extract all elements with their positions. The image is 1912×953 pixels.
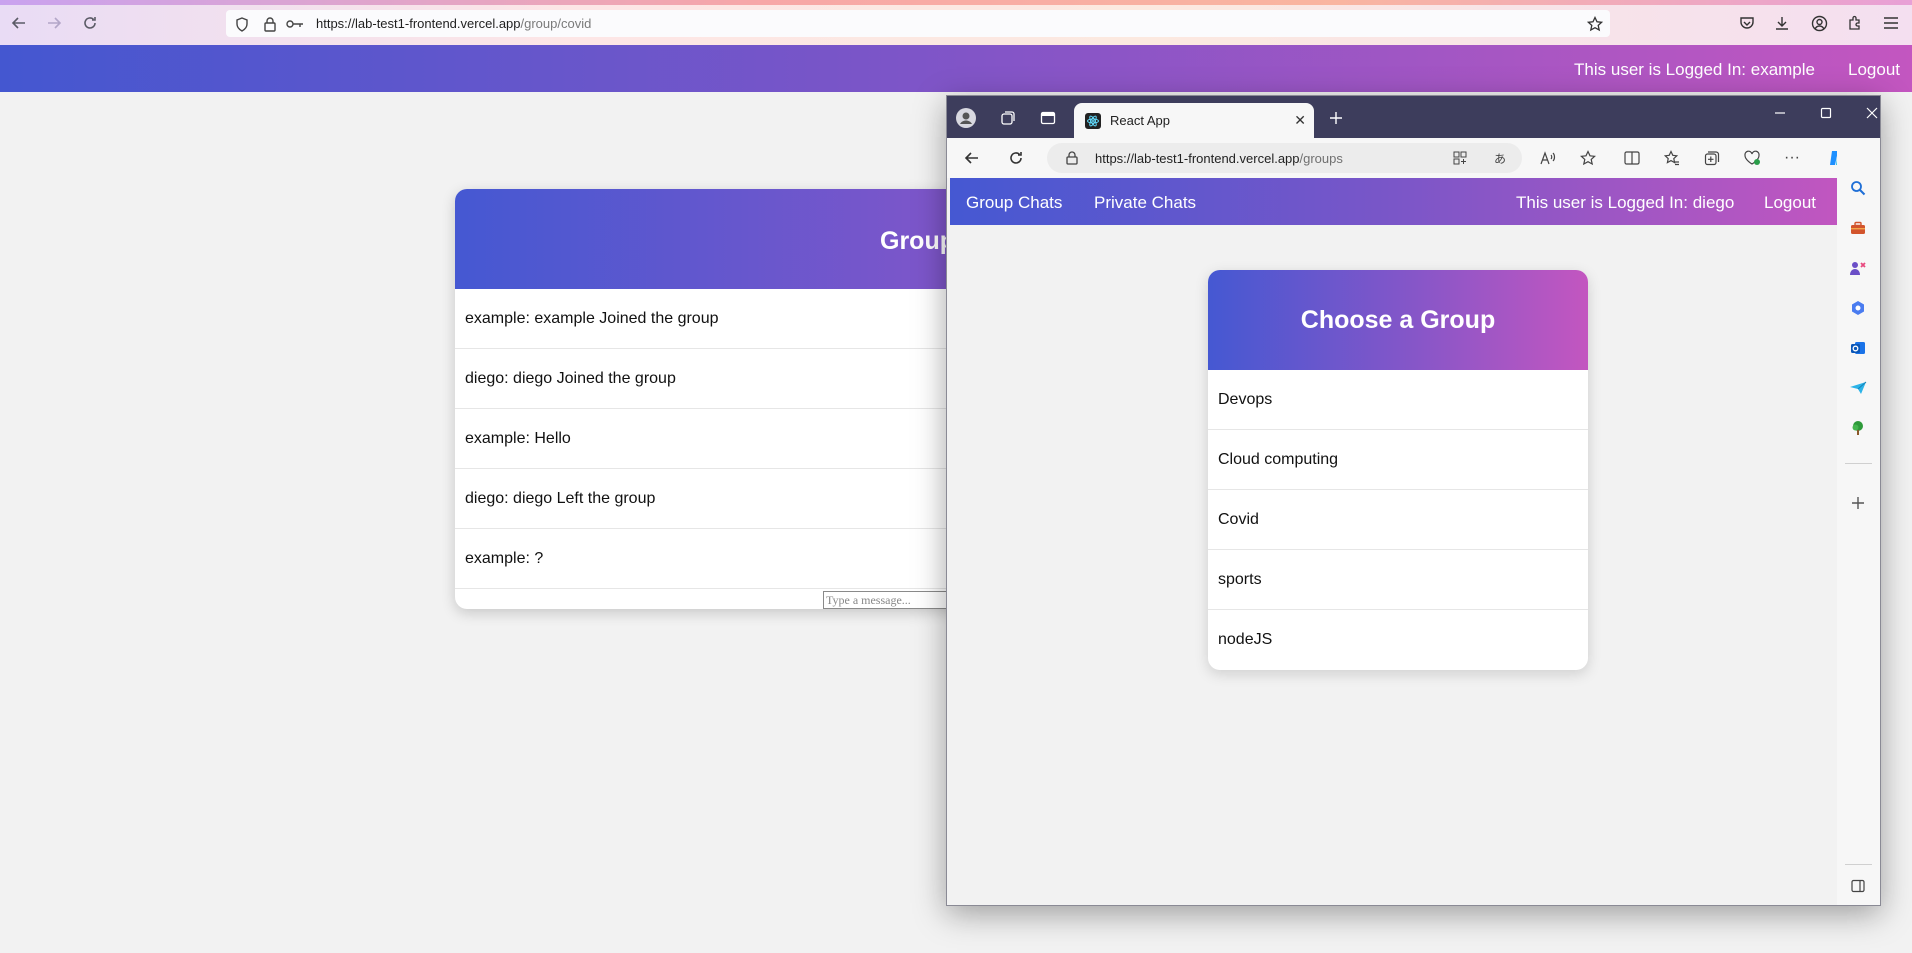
- back-arrow-icon[interactable]: [961, 147, 983, 169]
- reload-icon[interactable]: [79, 12, 101, 34]
- group-chat-card: Group example: example Joined the group …: [455, 189, 975, 609]
- edge-page-content: Group Chats Private Chats This user is L…: [950, 178, 1837, 903]
- split-screen-icon[interactable]: [1621, 147, 1643, 169]
- reload-icon[interactable]: [1005, 147, 1027, 169]
- microsoft365-icon[interactable]: [1848, 298, 1868, 318]
- chat-header: Group: [455, 189, 975, 289]
- sidebar-divider: [1845, 463, 1872, 464]
- url-text: https://lab-test1-frontend.vercel.app/gr…: [1095, 151, 1343, 166]
- close-window-icon[interactable]: [1857, 102, 1880, 124]
- read-aloud-icon[interactable]: [1537, 147, 1559, 169]
- group-card-header: Choose a Group: [1208, 270, 1588, 370]
- chat-message: example: Hello: [455, 409, 975, 469]
- react-logo-icon: [1085, 113, 1101, 129]
- edge-address-bar: https://lab-test1-frontend.vercel.app/gr…: [947, 138, 1880, 178]
- tab-title: React App: [1110, 113, 1170, 128]
- edge-sidebar: [1837, 138, 1880, 905]
- tools-icon[interactable]: [1848, 218, 1868, 238]
- menu-icon[interactable]: [1880, 12, 1902, 34]
- chat-message: example: example Joined the group: [455, 289, 975, 349]
- front-app-navbar: Group Chats Private Chats This user is L…: [950, 178, 1837, 225]
- chat-title: Group: [880, 227, 955, 255]
- user-status-text: This user is Logged In: example: [1574, 60, 1815, 79]
- new-tab-icon[interactable]: [1325, 107, 1347, 129]
- bookmark-star-icon[interactable]: [1586, 15, 1604, 33]
- maximize-icon[interactable]: [1811, 102, 1841, 124]
- drop-icon[interactable]: [1848, 378, 1868, 398]
- account-icon[interactable]: [1808, 12, 1830, 34]
- url-bar[interactable]: https://lab-test1-frontend.vercel.app/gr…: [226, 10, 1610, 37]
- url-bar[interactable]: https://lab-test1-frontend.vercel.app/gr…: [1047, 143, 1522, 173]
- close-tab-icon[interactable]: ✕: [1294, 112, 1306, 129]
- workspaces-icon[interactable]: [997, 107, 1019, 129]
- logout-link[interactable]: Logout: [1764, 193, 1816, 213]
- shield-icon[interactable]: [233, 15, 251, 33]
- message-input[interactable]: Type a message...: [823, 591, 953, 609]
- edge-tab-strip: React App ✕: [947, 96, 1880, 138]
- chat-message: diego: diego Joined the group: [455, 349, 975, 409]
- games-icon[interactable]: [1848, 258, 1868, 278]
- app-available-icon[interactable]: [1449, 147, 1471, 169]
- translate-icon[interactable]: あ: [1489, 147, 1511, 169]
- card-title: Choose a Group: [1300, 305, 1496, 334]
- profile-icon[interactable]: [955, 107, 977, 129]
- group-list-item[interactable]: Covid: [1208, 490, 1588, 550]
- group-list-item[interactable]: Devops: [1208, 370, 1588, 430]
- tab-react-app[interactable]: React App ✕: [1074, 103, 1314, 138]
- vertical-tabs-icon[interactable]: [1037, 107, 1059, 129]
- user-status-text: This user is Logged In: diego: [1516, 193, 1735, 212]
- url-text: https://lab-test1-frontend.vercel.app/gr…: [316, 16, 592, 31]
- outlook-icon[interactable]: [1848, 338, 1868, 358]
- favorite-star-icon[interactable]: [1577, 147, 1599, 169]
- nav-private-chats[interactable]: Private Chats: [1094, 193, 1196, 213]
- group-list-item[interactable]: Cloud computing: [1208, 430, 1588, 490]
- key-icon[interactable]: [286, 15, 304, 33]
- search-icon[interactable]: [1848, 178, 1868, 198]
- back-app-navbar: This user is Logged In: example Logout: [0, 45, 1912, 92]
- add-icon[interactable]: [1848, 493, 1868, 513]
- forward-arrow-icon[interactable]: [43, 12, 65, 34]
- extensions-icon[interactable]: [1844, 12, 1866, 34]
- sidebar-divider: [1845, 864, 1872, 865]
- firefox-toolbar: https://lab-test1-frontend.vercel.app/gr…: [0, 0, 1912, 45]
- minimize-icon[interactable]: [1765, 102, 1795, 124]
- collections-icon[interactable]: [1701, 147, 1723, 169]
- download-icon[interactable]: [1771, 12, 1793, 34]
- lock-icon[interactable]: [261, 15, 279, 33]
- logout-link[interactable]: Logout: [1848, 60, 1900, 80]
- pocket-icon[interactable]: [1736, 12, 1758, 34]
- group-list-item[interactable]: sports: [1208, 550, 1588, 610]
- chat-message: example: ?: [455, 529, 975, 589]
- back-arrow-icon[interactable]: [8, 12, 30, 34]
- more-options-icon[interactable]: ···: [1781, 147, 1803, 169]
- edge-window: React App ✕ https://lab-test1-frontend.v…: [946, 95, 1881, 906]
- browser-essentials-icon[interactable]: [1741, 147, 1763, 169]
- group-list-item[interactable]: nodeJS: [1208, 610, 1588, 670]
- tree-icon[interactable]: [1848, 418, 1868, 438]
- chat-message: diego: diego Left the group: [455, 469, 975, 529]
- favorites-icon[interactable]: [1661, 147, 1683, 169]
- choose-group-card: Choose a Group Devops Cloud computing Co…: [1208, 270, 1588, 670]
- lock-icon[interactable]: [1061, 147, 1083, 169]
- sidebar-toggle-icon[interactable]: [1848, 876, 1868, 896]
- nav-group-chats[interactable]: Group Chats: [966, 193, 1062, 213]
